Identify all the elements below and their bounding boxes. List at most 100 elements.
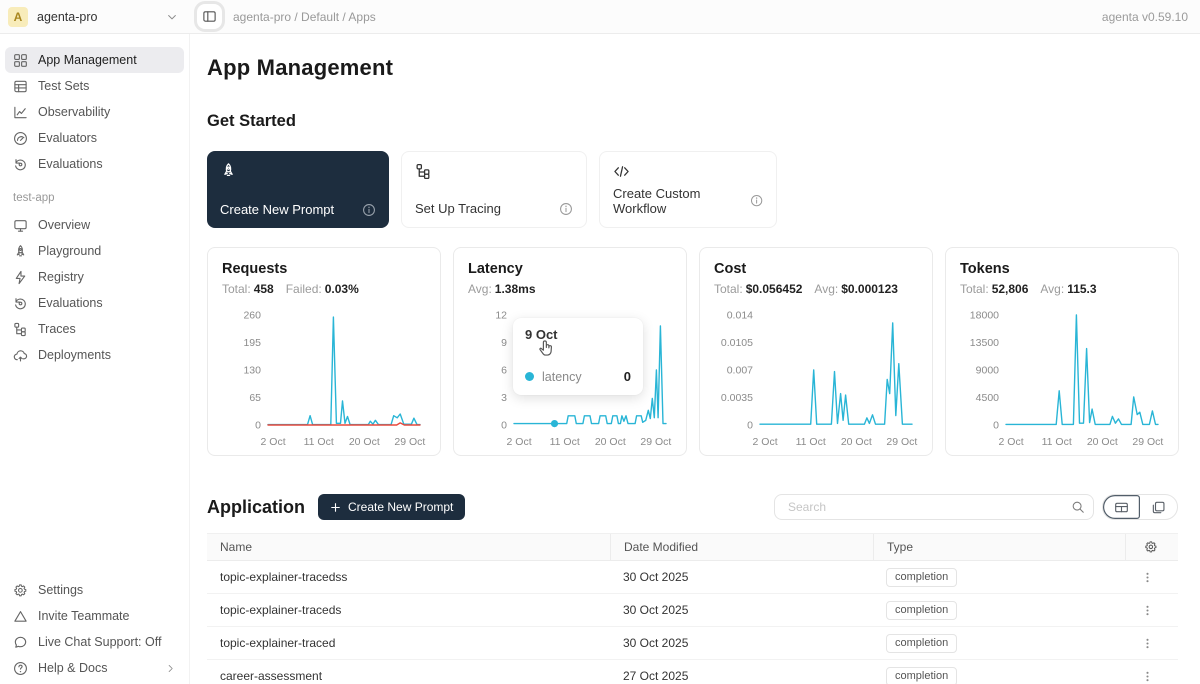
sidebar-item-test-sets[interactable]: Test Sets (5, 73, 184, 99)
requests-chart[interactable]: 2601951306502 Oct11 Oct20 Oct29 Oct (222, 303, 428, 451)
mouse-cursor-icon (536, 339, 555, 358)
create-new-prompt-button[interactable]: Create New Prompt (318, 494, 465, 520)
row-menu-button[interactable] (1137, 670, 1158, 683)
sidebar-item-label: Help & Docs (38, 661, 107, 675)
svg-text:0.0105: 0.0105 (721, 337, 753, 349)
sidebar-item-label: Invite Teammate (38, 609, 129, 623)
search-icon[interactable] (1071, 500, 1085, 514)
sidebar-item-app-management[interactable]: App Management (5, 47, 184, 73)
metric-stat: Total:52,806 (960, 282, 1028, 296)
sidebar-item-live-chat-support[interactable]: Live Chat Support: Off (5, 629, 184, 655)
table-row[interactable]: career-assessment 27 Oct 2025 completion (207, 660, 1178, 684)
requests-metric-card: Requests Total:458 Failed:0.03% 26019513… (207, 247, 441, 456)
svg-text:20 Oct: 20 Oct (595, 436, 626, 448)
svg-text:6: 6 (501, 365, 507, 377)
page-title: App Management (207, 55, 1178, 81)
svg-text:29 Oct: 29 Oct (886, 436, 917, 448)
metric-stat: Total:458 (222, 282, 274, 296)
sidebar-item-help-docs[interactable]: Help & Docs (5, 655, 184, 681)
metric-stat: Avg:115.3 (1040, 282, 1096, 296)
row-menu-button[interactable] (1137, 571, 1158, 584)
date-modified: 27 Oct 2025 (610, 669, 873, 683)
rocket-icon (220, 162, 237, 179)
circular-arrow-icon (13, 296, 28, 311)
svg-text:195: 195 (243, 337, 261, 349)
code-icon (613, 163, 630, 180)
gear-icon (1144, 540, 1158, 554)
get-started-cards: Create New Prompt Set Up Tracing Create … (207, 151, 1178, 228)
svg-text:0: 0 (993, 420, 999, 432)
question-circle-icon (13, 661, 28, 676)
sidebar-item-deployments[interactable]: Deployments (5, 342, 184, 368)
sidebar-item-invite-teammate[interactable]: Invite Teammate (5, 603, 184, 629)
svg-text:20 Oct: 20 Oct (1087, 436, 1118, 448)
column-settings[interactable] (1125, 534, 1178, 560)
workspace-selector[interactable]: A agenta-pro (0, 7, 190, 27)
circular-arrow-icon (13, 157, 28, 172)
svg-text:0: 0 (747, 420, 753, 432)
table-view-button[interactable] (1103, 495, 1140, 519)
sidebar-item-label: Settings (38, 583, 83, 597)
svg-text:18000: 18000 (970, 310, 999, 322)
plus-icon (330, 502, 341, 513)
card-label: Create Custom Workflow (613, 186, 750, 216)
sidebar-item-playground[interactable]: Playground (5, 238, 184, 264)
info-icon[interactable] (362, 203, 376, 217)
type-badge: completion (886, 601, 957, 620)
sidebar-collapse-button[interactable] (197, 4, 222, 29)
svg-text:260: 260 (243, 310, 261, 322)
type-badge: completion (886, 568, 957, 587)
tokens-chart[interactable]: 18000135009000450002 Oct11 Oct20 Oct29 O… (960, 303, 1166, 451)
get-started-title: Get Started (207, 112, 1178, 131)
metric-stat: Failed:0.03% (286, 282, 359, 296)
create-custom-workflow-card[interactable]: Create Custom Workflow (599, 151, 777, 228)
application-header: Application Create New Prompt (207, 494, 1178, 520)
svg-text:29 Oct: 29 Oct (394, 436, 425, 448)
invite-icon (13, 609, 28, 624)
breadcrumb[interactable]: agenta-pro / Default / Apps (233, 10, 376, 24)
sidebar-item-observability[interactable]: Observability (5, 99, 184, 125)
sidebar-bottom-group: Settings Invite Teammate Live Chat Suppo… (0, 577, 189, 681)
info-icon[interactable] (750, 194, 763, 208)
gauge-icon (13, 131, 28, 146)
sidebar-item-label: Deployments (38, 348, 111, 362)
sidebar-item-registry[interactable]: Registry (5, 264, 184, 290)
svg-text:3: 3 (501, 392, 507, 404)
series-dot (525, 372, 534, 381)
svg-text:65: 65 (249, 392, 261, 404)
sidebar-item-evaluators[interactable]: Evaluators (5, 125, 184, 151)
sidebar-item-label: Live Chat Support: Off (38, 635, 161, 649)
svg-text:11 Oct: 11 Oct (796, 436, 826, 448)
set-up-tracing-card[interactable]: Set Up Tracing (401, 151, 587, 228)
svg-text:11 Oct: 11 Oct (304, 436, 334, 448)
table-row[interactable]: topic-explainer-traceds 30 Oct 2025 comp… (207, 594, 1178, 627)
card-view-button[interactable] (1140, 495, 1177, 519)
info-icon[interactable] (559, 202, 573, 216)
svg-text:9: 9 (501, 337, 507, 349)
row-menu-button[interactable] (1137, 604, 1158, 617)
sidebar-item-overview[interactable]: Overview (5, 212, 184, 238)
application-title: Application (207, 497, 305, 518)
lightning-icon (13, 270, 28, 285)
cost-chart[interactable]: 0.0140.01050.0070.003502 Oct11 Oct20 Oct… (714, 303, 920, 451)
svg-text:9000: 9000 (976, 365, 1000, 377)
svg-text:2 Oct: 2 Oct (999, 436, 1024, 448)
svg-text:13500: 13500 (970, 337, 999, 349)
sidebar-item-evaluations[interactable]: Evaluations (5, 151, 184, 177)
search-input[interactable] (786, 499, 1071, 515)
table-row[interactable]: topic-explainer-traced 30 Oct 2025 compl… (207, 627, 1178, 660)
row-menu-button[interactable] (1137, 637, 1158, 650)
sidebar-item-traces[interactable]: Traces (5, 316, 184, 342)
type-badge: completion (886, 634, 957, 653)
sidebar-item-label: Evaluations (38, 157, 103, 171)
date-modified: 30 Oct 2025 (610, 603, 873, 617)
create-new-prompt-card[interactable]: Create New Prompt (207, 151, 389, 228)
sidebar-item-settings[interactable]: Settings (5, 577, 184, 603)
svg-text:0: 0 (501, 420, 507, 432)
monitor-icon (13, 218, 28, 233)
table-row[interactable]: topic-explainer-tracedss 30 Oct 2025 com… (207, 561, 1178, 594)
tokens-metric-card: Tokens Total:52,806 Avg:115.3 1800013500… (945, 247, 1179, 456)
sidebar-item-app-evaluations[interactable]: Evaluations (5, 290, 184, 316)
svg-text:11 Oct: 11 Oct (550, 436, 580, 448)
date-modified: 30 Oct 2025 (610, 570, 873, 584)
